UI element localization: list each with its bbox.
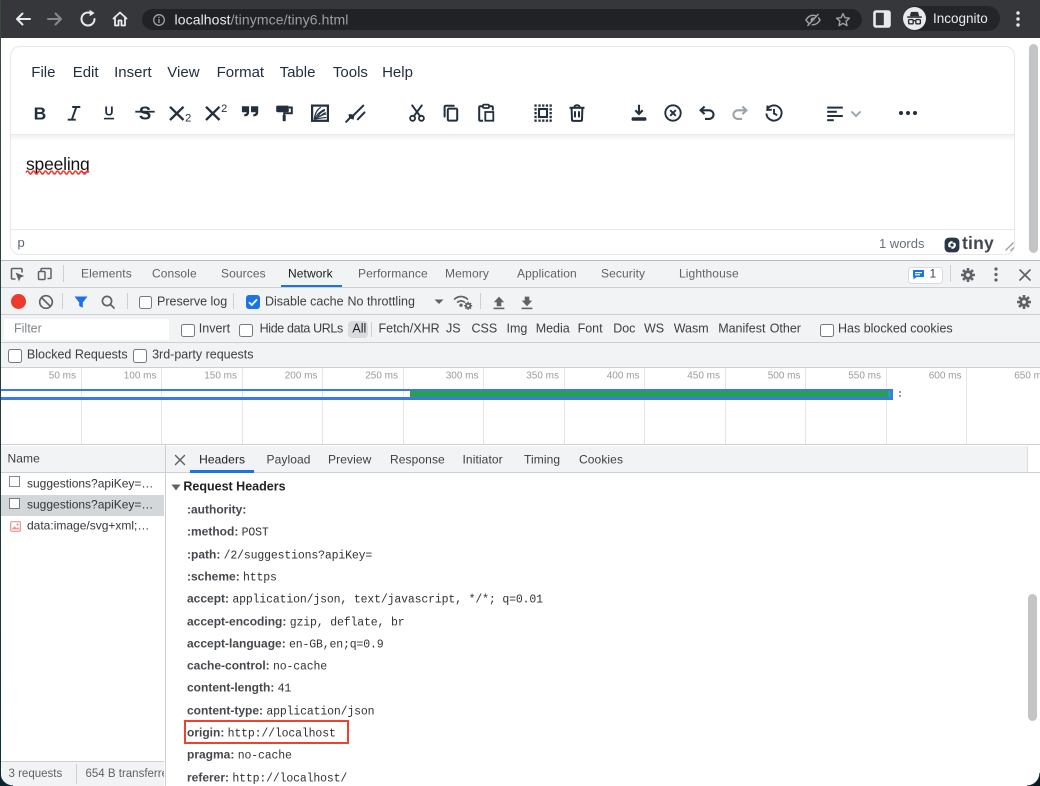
svg-text:2: 2 xyxy=(222,103,228,115)
svg-text:2: 2 xyxy=(185,112,191,124)
svg-text:B: B xyxy=(33,103,46,123)
svg-text:S: S xyxy=(139,102,151,123)
svg-text:U: U xyxy=(105,104,114,118)
